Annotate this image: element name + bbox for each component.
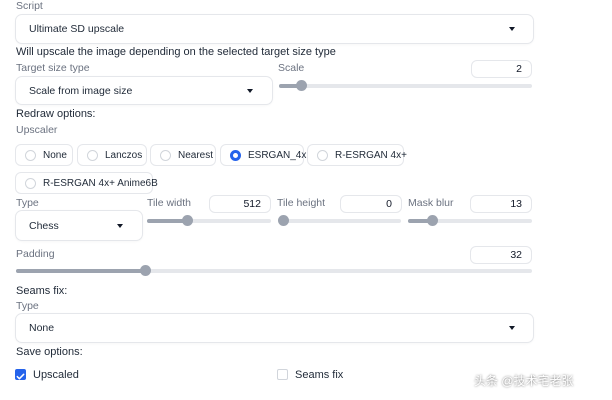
tile-width-slider-thumb[interactable] (182, 215, 194, 226)
script-dropdown[interactable]: Ultimate SD upscale (15, 14, 534, 44)
chevron-down-icon (509, 326, 515, 330)
upscaler-option-none[interactable]: None (15, 144, 73, 166)
tile-height-label: Tile height (277, 197, 326, 209)
mask-blur-label: Mask blur (408, 197, 454, 209)
tile-height-slider[interactable] (277, 215, 401, 226)
upscaled-checkbox-label: Upscaled (33, 369, 79, 381)
padding-label: Padding (16, 248, 55, 260)
chevron-down-icon (117, 224, 123, 228)
seams-type-label: Type (16, 300, 39, 312)
redraw-options-heading: Redraw options: (16, 108, 96, 120)
chevron-down-icon (509, 27, 515, 31)
padding-input[interactable]: 32 (470, 246, 532, 264)
checkmark-icon (16, 373, 25, 380)
tile-width-input[interactable]: 512 (209, 195, 271, 213)
mask-blur-input[interactable]: 13 (470, 195, 532, 213)
upscaler-option-r-esrgan-4x[interactable]: R-ESRGAN 4x+ (307, 144, 407, 166)
redraw-type-label: Type (16, 197, 39, 209)
save-options-heading: Save options: (16, 346, 83, 358)
upscaler-option-label: Nearest (178, 150, 214, 161)
padding-slider-fill (16, 269, 145, 273)
radio-icon (87, 150, 98, 161)
script-value: Ultimate SD upscale (29, 23, 125, 35)
tile-width-slider[interactable] (147, 215, 271, 226)
upscaler-option-label: ESRGAN_4x (248, 150, 307, 161)
padding-slider-thumb[interactable] (139, 265, 151, 276)
mask-blur-slider-thumb[interactable] (427, 215, 439, 226)
upscaler-option-label: None (43, 150, 67, 161)
radio-icon (25, 150, 36, 161)
target-size-dropdown[interactable]: Scale from image size (15, 76, 273, 105)
radio-icon (160, 150, 171, 161)
redraw-type-dropdown[interactable]: Chess (15, 210, 143, 241)
seams-fix-checkbox-label: Seams fix (295, 369, 344, 381)
script-info: Will upscale the image depending on the … (16, 46, 336, 58)
radio-icon (317, 150, 328, 161)
tile-height-input[interactable]: 0 (340, 195, 402, 213)
target-size-label: Target size type (16, 62, 90, 74)
upscaler-option-label: R-ESRGAN 4x+ (335, 150, 407, 161)
radio-selected-icon (230, 150, 241, 161)
radio-icon (25, 178, 36, 189)
scale-input[interactable]: 2 (471, 60, 532, 78)
seams-fix-checkbox[interactable] (277, 369, 288, 380)
padding-slider[interactable] (16, 265, 532, 276)
upscaler-option-lanczos[interactable]: Lanczos (77, 144, 147, 166)
scale-label: Scale (278, 62, 305, 74)
tile-height-slider-thumb[interactable] (277, 215, 289, 226)
script-label: Script (16, 0, 43, 12)
watermark: 头条 @技术宅老张 (474, 374, 574, 388)
upscaler-label: Upscaler (16, 124, 58, 136)
scale-slider[interactable] (279, 80, 532, 91)
upscaler-option-label: Lanczos (105, 150, 143, 161)
seams-type-dropdown[interactable]: None (15, 313, 534, 343)
chevron-down-icon (247, 89, 253, 93)
seams-fix-heading: Seams fix: (16, 285, 68, 297)
scale-slider-thumb[interactable] (296, 80, 308, 91)
redraw-type-value: Chess (29, 220, 59, 232)
upscaler-option-nearest[interactable]: Nearest (150, 144, 216, 166)
upscaler-option-label: R-ESRGAN 4x+ Anime6B (43, 178, 158, 189)
upscaler-option-r-esrgan-4x-anime6b[interactable]: R-ESRGAN 4x+ Anime6B (15, 172, 158, 194)
tile-width-label: Tile width (147, 197, 191, 209)
upscaler-option-esrgan-4x[interactable]: ESRGAN_4x (220, 144, 307, 166)
target-size-value: Scale from image size (29, 85, 133, 97)
upscaled-checkbox[interactable] (15, 369, 26, 380)
seams-type-value: None (29, 322, 55, 334)
mask-blur-slider[interactable] (408, 215, 532, 226)
